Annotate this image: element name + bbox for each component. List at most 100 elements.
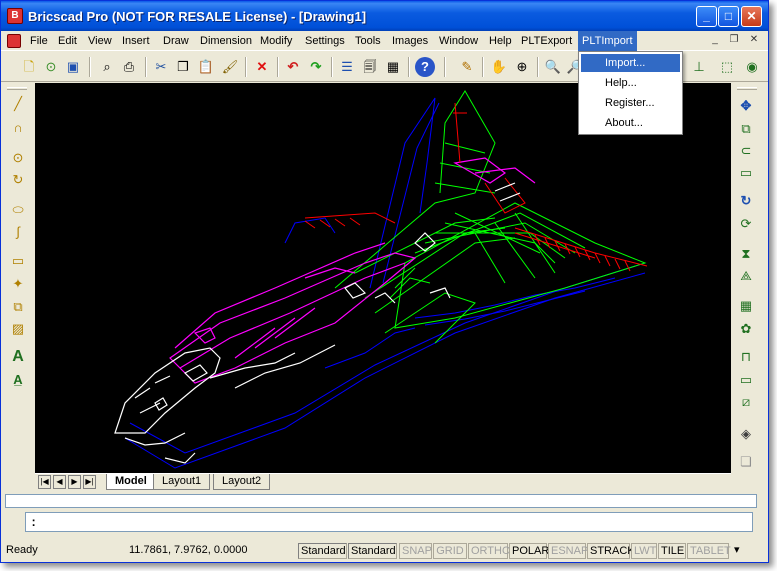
- move-icon[interactable]: ✥: [736, 96, 756, 116]
- menu-modify[interactable]: Modify: [256, 34, 296, 50]
- line-icon[interactable]: ╱: [8, 94, 28, 114]
- design-center-icon[interactable]: ▦: [383, 57, 403, 77]
- next-tab-button[interactable]: ▶: [68, 475, 81, 489]
- text-icon[interactable]: A: [8, 347, 28, 367]
- menu-insert[interactable]: Insert: [118, 34, 154, 50]
- tablet-toggle[interactable]: TABLET: [687, 543, 731, 559]
- lwt-toggle[interactable]: LWT: [631, 543, 657, 559]
- spline-icon[interactable]: ∫: [8, 222, 28, 242]
- last-tab-button[interactable]: ▶|: [83, 475, 96, 489]
- new-file-icon[interactable]: 🗋: [19, 57, 39, 77]
- menu-pltimport[interactable]: PLTImport: [578, 31, 637, 51]
- minimize-button[interactable]: _: [696, 6, 717, 27]
- hatch-icon[interactable]: ▨: [8, 319, 28, 339]
- undo-icon[interactable]: ↶: [283, 57, 303, 77]
- menu-view[interactable]: View: [84, 34, 116, 50]
- menu-item-help[interactable]: Help...: [581, 74, 680, 92]
- render-icon[interactable]: ◉: [742, 57, 762, 77]
- mirror-icon[interactable]: ⧗: [736, 244, 756, 264]
- menu-item-import[interactable]: Import...: [581, 54, 680, 72]
- redo-icon[interactable]: ↷: [306, 57, 326, 77]
- help-icon[interactable]: ?: [415, 57, 435, 77]
- drawing-canvas[interactable]: [35, 83, 731, 473]
- menu-item-about[interactable]: About...: [581, 114, 680, 132]
- rotate3d-icon[interactable]: ⟳: [736, 214, 756, 234]
- polar-toggle[interactable]: POLAR: [509, 543, 549, 559]
- print-preview-icon[interactable]: ⌕: [97, 57, 117, 77]
- delete-icon[interactable]: ✕: [252, 57, 272, 77]
- app-icon[interactable]: B: [7, 8, 23, 24]
- menu-file[interactable]: File: [26, 34, 52, 50]
- properties-icon[interactable]: ☰: [337, 57, 357, 77]
- mdi-close-button[interactable]: ✕: [747, 34, 761, 47]
- break-icon[interactable]: ⧄: [736, 392, 756, 412]
- array-icon[interactable]: ▦: [736, 296, 756, 316]
- ellipse-icon[interactable]: ⬭: [8, 200, 28, 220]
- print-icon[interactable]: ⎙: [119, 57, 139, 77]
- rotate-icon[interactable]: ↻: [736, 191, 756, 211]
- tab-model[interactable]: Model: [106, 474, 156, 490]
- rectangle-icon[interactable]: ▭: [8, 251, 28, 271]
- copy-entity-icon[interactable]: ⧉: [736, 119, 756, 139]
- menu-help[interactable]: Help: [485, 34, 516, 50]
- title-bar[interactable]: B Bricscad Pro (NOT FOR RESALE License) …: [1, 1, 768, 31]
- esnap-toggle[interactable]: ESNAP: [548, 543, 588, 559]
- arc-icon[interactable]: ↻: [8, 170, 28, 190]
- tab-layout1[interactable]: Layout1: [153, 474, 211, 490]
- trim-icon[interactable]: ⊓: [736, 347, 756, 367]
- pan-icon[interactable]: ✋: [489, 57, 509, 77]
- dim-style-button[interactable]: Standard: [348, 543, 397, 559]
- extend-icon[interactable]: ▭: [736, 370, 756, 390]
- save-icon[interactable]: ▣: [63, 57, 83, 77]
- mtext-icon[interactable]: A̲: [8, 370, 28, 390]
- zoom-in-icon[interactable]: 🔍: [543, 57, 563, 77]
- paste-icon[interactable]: 📋: [196, 57, 216, 77]
- explode-icon[interactable]: ❏: [736, 452, 756, 472]
- prev-tab-button[interactable]: ◀: [53, 475, 66, 489]
- toolbar-grip[interactable]: [7, 87, 27, 90]
- open-folder-icon[interactable]: ⊙: [41, 57, 61, 77]
- mirror3d-icon[interactable]: ⟁: [736, 266, 756, 286]
- box-3d-icon[interactable]: ◈: [736, 424, 756, 444]
- menu-images[interactable]: Images: [388, 34, 432, 50]
- command-line-input[interactable]: :: [25, 512, 753, 532]
- strack-toggle[interactable]: STRACK: [587, 543, 635, 559]
- 3d-box-icon[interactable]: ⬚: [717, 57, 737, 77]
- snap-toggle[interactable]: SNAP: [399, 543, 432, 559]
- toolbar-grip[interactable]: [737, 87, 757, 90]
- menu-item-register[interactable]: Register...: [581, 94, 680, 112]
- menu-draw[interactable]: Draw: [159, 34, 193, 50]
- offset-icon[interactable]: ⊂: [736, 141, 756, 161]
- tile-toggle[interactable]: TILE: [658, 543, 686, 559]
- document-icon[interactable]: [7, 34, 21, 48]
- menu-dimension[interactable]: Dimension: [196, 34, 256, 50]
- pencil-icon[interactable]: ✎: [457, 57, 477, 77]
- menu-edit[interactable]: Edit: [54, 34, 81, 50]
- stretch-icon[interactable]: ▭: [736, 163, 756, 183]
- mdi-restore-button[interactable]: ❐: [727, 34, 741, 47]
- cut-icon[interactable]: ✂: [151, 57, 171, 77]
- text-style-button[interactable]: Standard: [298, 543, 347, 559]
- ortho-toggle[interactable]: ORTHO: [468, 543, 511, 559]
- tab-layout2[interactable]: Layout2: [213, 474, 271, 490]
- first-tab-button[interactable]: |◀: [38, 475, 51, 489]
- ucs-icon[interactable]: ⊥: [689, 57, 709, 77]
- zoom-realtime-icon[interactable]: ⊕: [512, 57, 532, 77]
- array-polar-icon[interactable]: ✿: [736, 319, 756, 339]
- explorer-icon[interactable]: 🗐: [360, 57, 380, 77]
- match-properties-icon[interactable]: 🖌: [220, 57, 240, 77]
- close-button[interactable]: ✕: [741, 6, 762, 27]
- polyline-icon[interactable]: ∩: [8, 118, 28, 138]
- grid-toggle[interactable]: GRID: [433, 543, 467, 559]
- menu-window[interactable]: Window: [435, 34, 482, 50]
- circle-icon[interactable]: ⊙: [8, 148, 28, 168]
- point-icon[interactable]: ✦: [8, 274, 28, 294]
- menu-tools[interactable]: Tools: [351, 34, 385, 50]
- menu-settings[interactable]: Settings: [301, 34, 349, 50]
- menu-pltexport[interactable]: PLTExport: [517, 34, 576, 50]
- status-menu-arrow[interactable]: ▾: [734, 543, 740, 559]
- mdi-minimize-button[interactable]: _: [708, 34, 722, 47]
- copy-icon[interactable]: ❐: [173, 57, 193, 77]
- maximize-button[interactable]: □: [718, 6, 739, 27]
- block-icon[interactable]: ⧉: [8, 297, 28, 317]
